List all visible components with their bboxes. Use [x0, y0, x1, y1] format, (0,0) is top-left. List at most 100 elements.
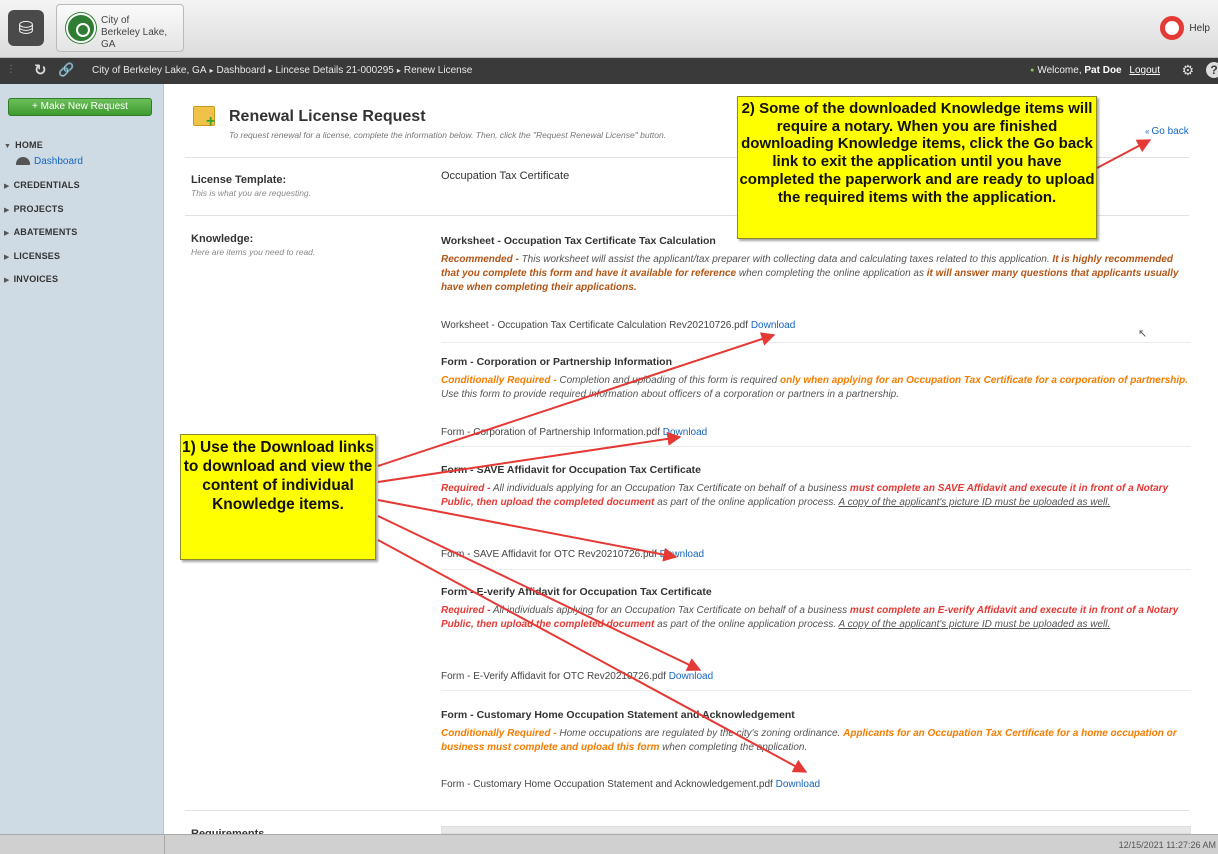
sidebar-item-dashboard[interactable]: Dashboard — [16, 156, 83, 167]
knowledge-item-title: Form - Customary Home Occupation Stateme… — [441, 709, 795, 721]
user-name: Pat Doe — [1084, 65, 1122, 76]
divider — [164, 835, 165, 854]
sidebar-item-home[interactable]: ▼ HOME — [4, 140, 43, 150]
description-text: All individuals applying for an Occupati… — [490, 483, 850, 494]
divider — [441, 342, 1191, 343]
sidebar-item-label: Dashboard — [34, 156, 83, 167]
annotation-callout-download: 1) Use the Download links to download an… — [180, 434, 376, 560]
breadcrumb-separator: ▸ — [396, 66, 401, 75]
file-name: Worksheet - Occupation Tax Certificate C… — [441, 320, 749, 331]
description-text: as part of the online application proces… — [654, 497, 839, 508]
sidebar-item-label: PROJECTS — [13, 204, 64, 214]
requirements-table-header — [441, 826, 1191, 834]
template-label: License Template: — [191, 174, 287, 186]
chevron-right-icon: ▶ — [4, 230, 10, 237]
sidebar-item-label: ABATEMENTS — [13, 227, 78, 237]
breadcrumb-item-license-details[interactable]: Lincese Details 21-000295 — [275, 65, 393, 76]
welcome-prefix: Welcome, — [1037, 65, 1082, 76]
chevron-right-icon: ▶ — [4, 183, 10, 190]
top-bar: ⛁ City of Berkeley Lake, GA Help — [0, 0, 1218, 58]
breadcrumb-item-city[interactable]: City of Berkeley Lake, GA — [92, 65, 207, 76]
knowledge-item: Form - SAVE Affidavit for Occupation Tax… — [441, 464, 1191, 510]
knowledge-item: Worksheet - Occupation Tax Certificate T… — [441, 235, 1191, 295]
knowledge-item: Form - Corporation or Partnership Inform… — [441, 356, 1191, 402]
file-name: Form - Customary Home Occupation Stateme… — [441, 779, 773, 790]
file-name: Form - Corporation of Partnership Inform… — [441, 427, 660, 438]
sidebar: + Make New Request ▼ HOME Dashboard ▶ CRED… — [0, 84, 164, 834]
chevron-left-icon: « — [1145, 127, 1150, 136]
template-help: This is what you are requesting. — [191, 188, 312, 198]
city-seal-icon — [66, 13, 96, 43]
chevron-down-icon: ▼ — [4, 143, 12, 150]
sidebar-item-credentials[interactable]: ▶ CREDENTIALS — [4, 180, 80, 190]
go-back-link[interactable]: «Go back — [1145, 126, 1189, 137]
download-link[interactable]: Download — [663, 427, 707, 438]
divider — [185, 810, 1189, 811]
status-bar: 12/15/2021 11:27:26 AM — [0, 834, 1218, 854]
online-status-icon: ● — [1030, 67, 1035, 74]
breadcrumb: City of Berkeley Lake, GA ▸ Dashboard ▸ Linc… — [92, 65, 472, 76]
knowledge-item-file: Form - Customary Home Occupation Stateme… — [441, 779, 820, 790]
make-new-request-button[interactable]: + Make New Request — [8, 98, 152, 116]
knowledge-item-title: Form - Corporation or Partnership Inform… — [441, 356, 673, 368]
mouse-cursor-icon: ↖ — [1138, 328, 1148, 340]
requirement-level-label: Conditionally Required - — [441, 728, 557, 739]
timestamp: 12/15/2021 11:27:26 AM — [1118, 840, 1216, 850]
link-icon[interactable]: 🔗 — [58, 62, 74, 78]
knowledge-item-file: Worksheet - Occupation Tax Certificate C… — [441, 320, 795, 331]
logout-link[interactable]: Logout — [1129, 65, 1160, 76]
chevron-right-icon: ▶ — [4, 277, 10, 284]
page-title: Renewal License Request — [229, 108, 426, 125]
divider — [441, 569, 1191, 570]
knowledge-item-description: Required - All individuals applying for … — [441, 482, 1191, 510]
chevron-right-icon: ▶ — [4, 254, 10, 261]
description-text: Home occupations are regulated by the ci… — [556, 728, 844, 739]
gear-icon[interactable]: ⚙ — [1181, 62, 1194, 79]
requirement-level-label: Recommended - — [441, 254, 519, 265]
divider — [441, 690, 1191, 691]
download-link[interactable]: Download — [776, 779, 820, 790]
file-name: Form - E-Verify Affidavit for OTC Rev202… — [441, 671, 666, 682]
city-tab[interactable]: City of Berkeley Lake, GA — [56, 4, 184, 52]
sidebar-item-abatements[interactable]: ▶ ABATEMENTS — [4, 227, 77, 237]
requirement-level-label: Required - — [441, 605, 491, 616]
page-subtitle: To request renewal for a license, comple… — [229, 130, 667, 140]
lifebuoy-icon — [1160, 16, 1184, 40]
city-name-line1: City of — [101, 15, 130, 26]
sidebar-item-label: INVOICES — [13, 274, 59, 284]
template-value: Occupation Tax Certificate — [441, 170, 570, 182]
knowledge-item-file: Form - Corporation of Partnership Inform… — [441, 427, 707, 438]
sidebar-item-invoices[interactable]: ▶ INVOICES — [4, 274, 58, 284]
city-name: City of Berkeley Lake, GA — [101, 15, 183, 51]
download-link[interactable]: Download — [669, 671, 713, 682]
download-link[interactable]: Download — [660, 549, 704, 560]
description-text: All individuals applying for an Occupati… — [490, 605, 850, 616]
knowledge-item-description: Conditionally Required - Completion and … — [441, 374, 1191, 402]
breadcrumb-separator: ▸ — [209, 66, 214, 75]
file-name: Form - SAVE Affidavit for OTC Rev2021072… — [441, 549, 657, 560]
info-icon[interactable]: ? — [1206, 62, 1218, 78]
sidebar-item-projects[interactable]: ▶ PROJECTS — [4, 204, 64, 214]
welcome-area: ● Welcome, Pat Doe Logout — [1030, 65, 1160, 76]
knowledge-item-description: Required - All individuals applying for … — [441, 604, 1191, 632]
description-text: Use this form to provide required inform… — [441, 389, 900, 400]
knowledge-item-title: Form - SAVE Affidavit for Occupation Tax… — [441, 464, 702, 476]
description-text: Completion and uploading of this form is… — [556, 375, 781, 386]
sidebar-item-licenses[interactable]: ▶ LICENSES — [4, 251, 60, 261]
download-link[interactable]: Download — [751, 320, 795, 331]
go-back-label: Go back — [1151, 126, 1189, 137]
description-text: when completing the online application a… — [736, 268, 927, 279]
refresh-icon[interactable]: ↻ — [34, 61, 47, 79]
menu-icon[interactable]: ⋮ — [6, 64, 16, 75]
breadcrumb-item-dashboard[interactable]: Dashboard — [217, 65, 266, 76]
annotation-callout-go-back: 2) Some of the downloaded Knowledge item… — [737, 96, 1097, 239]
knowledge-item: Form - E-verify Affidavit for Occupation… — [441, 586, 1191, 632]
description-text: as part of the online application proces… — [654, 619, 839, 630]
sidebar-item-label: HOME — [15, 140, 43, 150]
requirement-level-label: Required - — [441, 483, 491, 494]
knowledge-item-file: Form - SAVE Affidavit for OTC Rev2021072… — [441, 549, 704, 560]
underlined-note: A copy of the applicant's picture ID mus… — [838, 497, 1111, 508]
knowledge-item-description: Recommended - This worksheet will assist… — [441, 253, 1191, 295]
app-launcher-icon[interactable]: ⛁ — [8, 10, 44, 46]
knowledge-item: Form - Customary Home Occupation Stateme… — [441, 709, 1191, 755]
